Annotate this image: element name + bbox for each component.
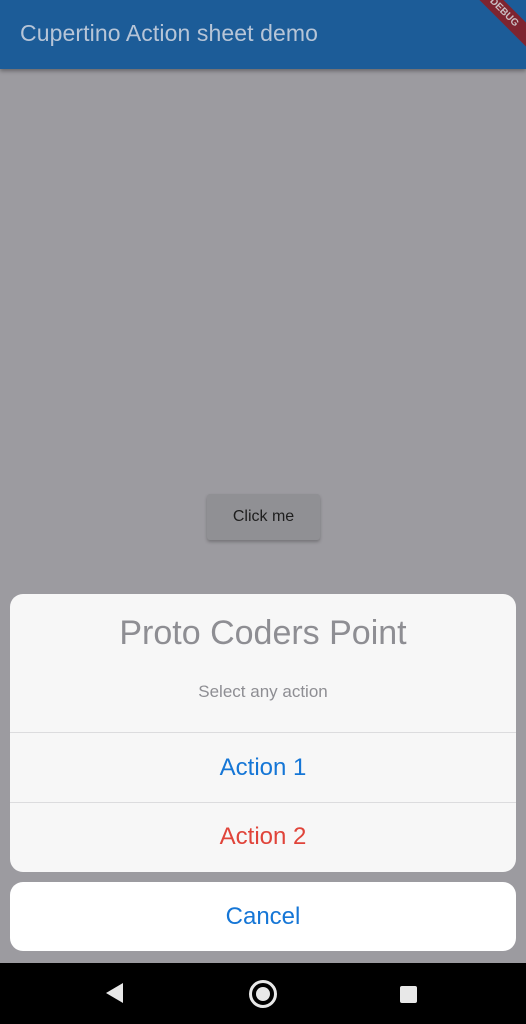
- debug-banner: DEBUG: [462, 0, 526, 54]
- app-bar: Cupertino Action sheet demo DEBUG: [0, 0, 526, 69]
- system-nav-bar: [0, 963, 526, 1024]
- click-me-button[interactable]: Click me: [207, 494, 320, 540]
- home-icon[interactable]: [249, 980, 277, 1008]
- action-sheet: Proto Coders Point Select any action Act…: [10, 594, 516, 872]
- home-icon-dot: [256, 987, 270, 1001]
- action-sheet-header: Proto Coders Point Select any action: [10, 594, 516, 732]
- app-bar-title: Cupertino Action sheet demo: [20, 20, 319, 46]
- action-1-button[interactable]: Action 1: [10, 733, 516, 802]
- action-2-button[interactable]: Action 2: [10, 802, 516, 871]
- action-sheet-title: Proto Coders Point: [119, 614, 407, 652]
- recent-apps-icon[interactable]: [400, 986, 417, 1003]
- cancel-button[interactable]: Cancel: [10, 882, 516, 951]
- action-sheet-message: Select any action: [198, 682, 328, 701]
- back-icon[interactable]: [106, 983, 123, 1003]
- app-screen: Cupertino Action sheet demo DEBUG Click …: [0, 0, 526, 1024]
